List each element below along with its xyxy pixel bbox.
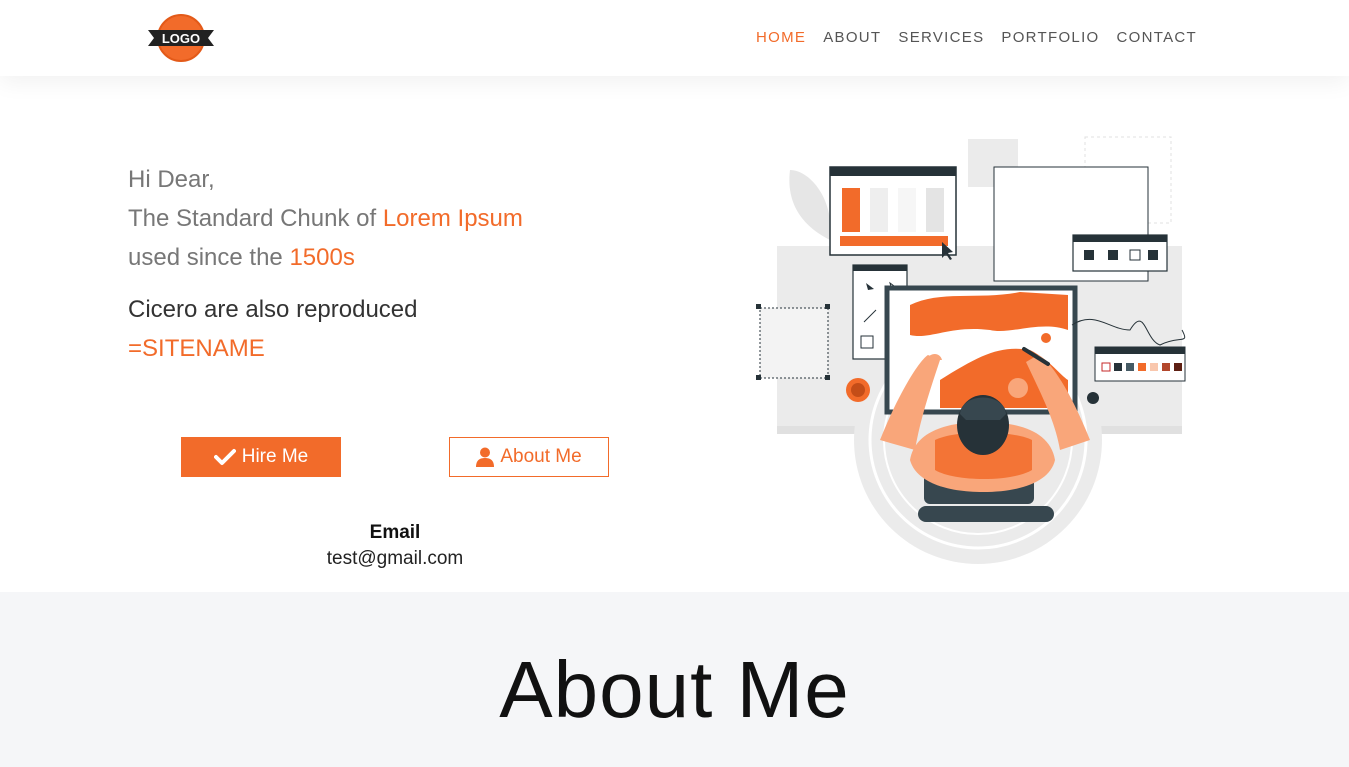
site-header: LOGO HOME ABOUT SERVICES PORTFOLIO CONTA… <box>0 0 1349 76</box>
nav-home[interactable]: HOME <box>756 29 806 47</box>
user-icon <box>476 447 495 467</box>
hero-subtitle: Cicero are also reproduced =SITENAME <box>128 290 418 368</box>
email-label: Email <box>369 522 421 543</box>
main-nav: HOME ABOUT SERVICES PORTFOLIO CONTACT <box>739 29 1197 47</box>
hero-line-3-accent: 1500s <box>289 244 355 271</box>
hero-sitename: =SITENAME <box>128 335 265 362</box>
hero-line-2-accent: Lorem Ipsum <box>382 205 523 232</box>
hire-me-label: Hire Me <box>241 446 309 467</box>
hero-illustration <box>750 130 1190 566</box>
nav-about[interactable]: ABOUT <box>823 29 881 47</box>
email-block: Email test@gmail.com <box>295 521 495 572</box>
nav-contact[interactable]: CONTACT <box>1117 29 1197 47</box>
hero-line-3: used since the 1500s <box>128 238 523 277</box>
site-logo[interactable]: LOGO <box>146 14 216 62</box>
hero-intro: Hi Dear, The Standard Chunk of Lorem Ips… <box>128 160 523 277</box>
about-section: About Me <box>0 592 1349 767</box>
hero-line-3-text: used since the <box>128 244 290 271</box>
hero-section: Hi Dear, The Standard Chunk of Lorem Ips… <box>0 76 1349 592</box>
about-me-label: About Me <box>500 446 582 467</box>
hero-line-2: The Standard Chunk of Lorem Ipsum <box>128 199 523 238</box>
hero-greeting: Hi Dear, <box>128 166 215 193</box>
hero-line-2-text: The Standard Chunk of <box>128 205 383 232</box>
check-icon <box>213 449 236 465</box>
nav-portfolio[interactable]: PORTFOLIO <box>1001 29 1099 47</box>
about-me-button[interactable]: About Me <box>449 437 609 477</box>
logo-text: LOGO <box>162 31 200 46</box>
nav-services[interactable]: SERVICES <box>898 29 984 47</box>
hire-me-button[interactable]: Hire Me <box>181 437 341 477</box>
email-value[interactable]: test@gmail.com <box>295 545 495 572</box>
about-title: About Me <box>499 645 850 734</box>
hero-subtitle-text: Cicero are also reproduced <box>128 296 418 323</box>
